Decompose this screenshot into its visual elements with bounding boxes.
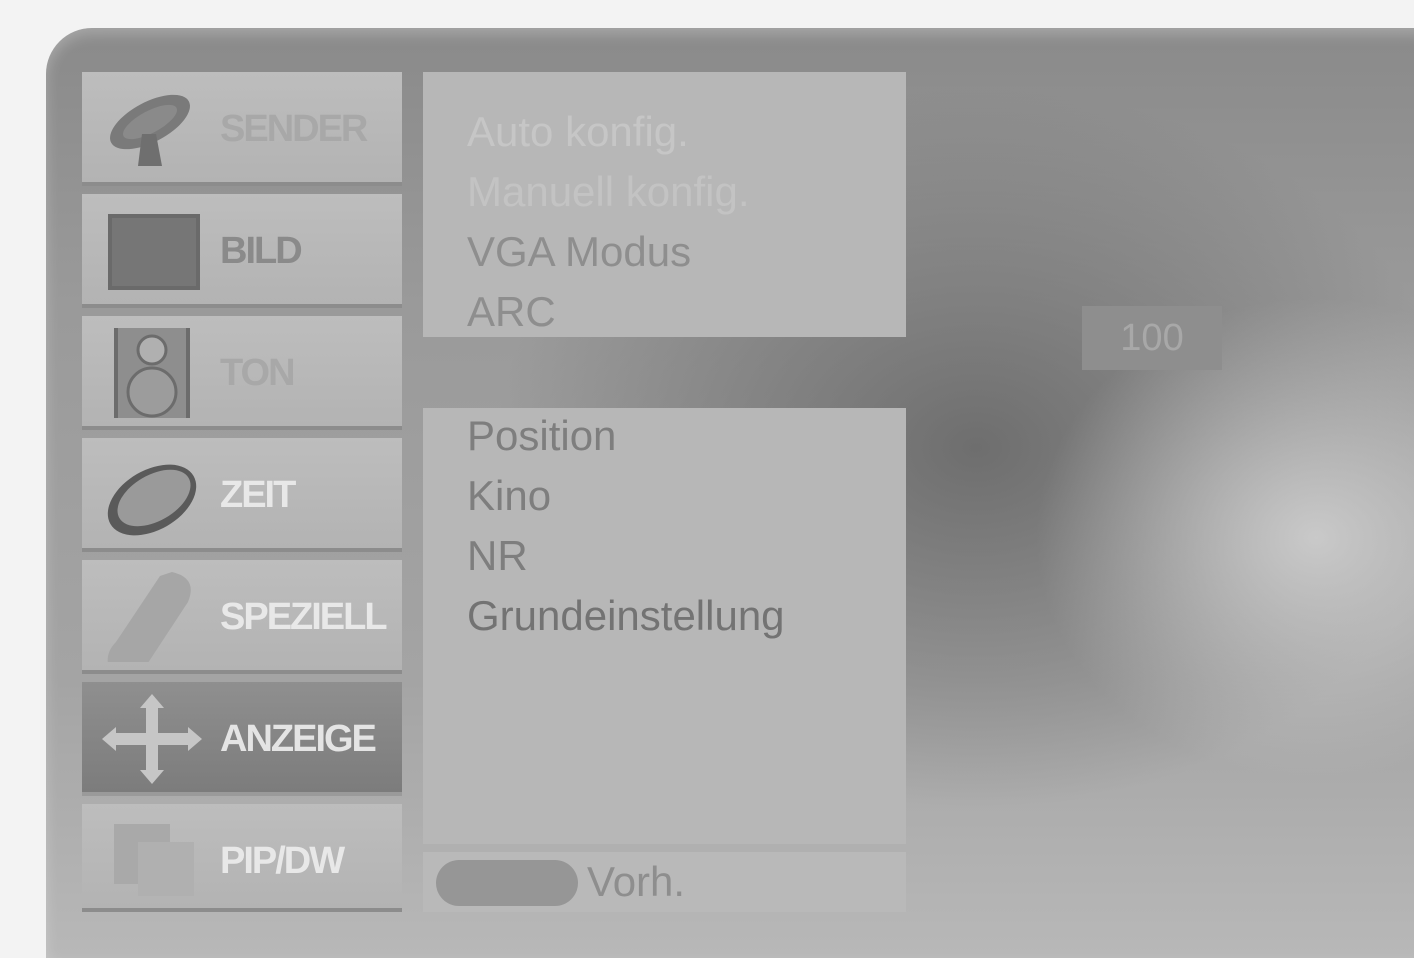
sidebar-item-sender[interactable]: SENDER (82, 72, 402, 186)
submenu-bottom-panel: Position Kino NR Grundeinstellung (423, 408, 906, 844)
sidebar-item-label: SENDER (220, 108, 368, 150)
prev-label: Vorh. (587, 858, 686, 905)
sidebar-item-speziell[interactable]: SPEZIELL (82, 560, 402, 674)
menu-item-nr[interactable]: NR (467, 532, 528, 580)
move-arrows-icon (102, 694, 202, 784)
sidebar-item-pip[interactable]: PIP/DW (82, 804, 402, 912)
menu-item-kino[interactable]: Kino (467, 472, 551, 520)
sidebar-item-ton[interactable]: TON (82, 316, 402, 430)
sidebar-item-anzeige[interactable]: ANZEIGE (82, 682, 402, 796)
picture-screen-icon (108, 214, 200, 290)
pip-icon (114, 824, 194, 896)
sidebar-item-zeit[interactable]: ZEIT (82, 438, 402, 552)
prev-button[interactable] (436, 860, 578, 906)
value-display: 100 (1082, 306, 1222, 370)
submenu-top-panel: Auto konfig. Manuell konfig. VGA Modus A… (423, 72, 906, 337)
menu-item-auto-config[interactable]: Auto konfig. (467, 108, 689, 156)
sidebar-item-label: ANZEIGE (220, 718, 377, 760)
sidebar-item-label: ZEIT (220, 474, 296, 516)
sidebar-item-label: PIP/DW (220, 840, 345, 882)
speaker-icon (114, 328, 190, 418)
menu-item-arc[interactable]: ARC (467, 288, 556, 336)
sidebar-item-label: TON (220, 352, 296, 394)
sidebar-item-label: SPEZIELL (220, 596, 388, 638)
prev-bar: Vorh. (423, 852, 906, 912)
menu-item-grundeinstellung[interactable]: Grundeinstellung (467, 592, 785, 640)
remote-icon (107, 572, 191, 662)
clock-icon (107, 464, 197, 536)
sidebar-item-bild[interactable]: BILD (82, 194, 402, 308)
satellite-dish-icon (110, 94, 190, 166)
menu-item-position[interactable]: Position (467, 412, 616, 460)
menu-item-vga-mode[interactable]: VGA Modus (467, 228, 691, 276)
menu-item-manual-config[interactable]: Manuell konfig. (467, 168, 750, 216)
sidebar-item-label: BILD (220, 230, 303, 272)
